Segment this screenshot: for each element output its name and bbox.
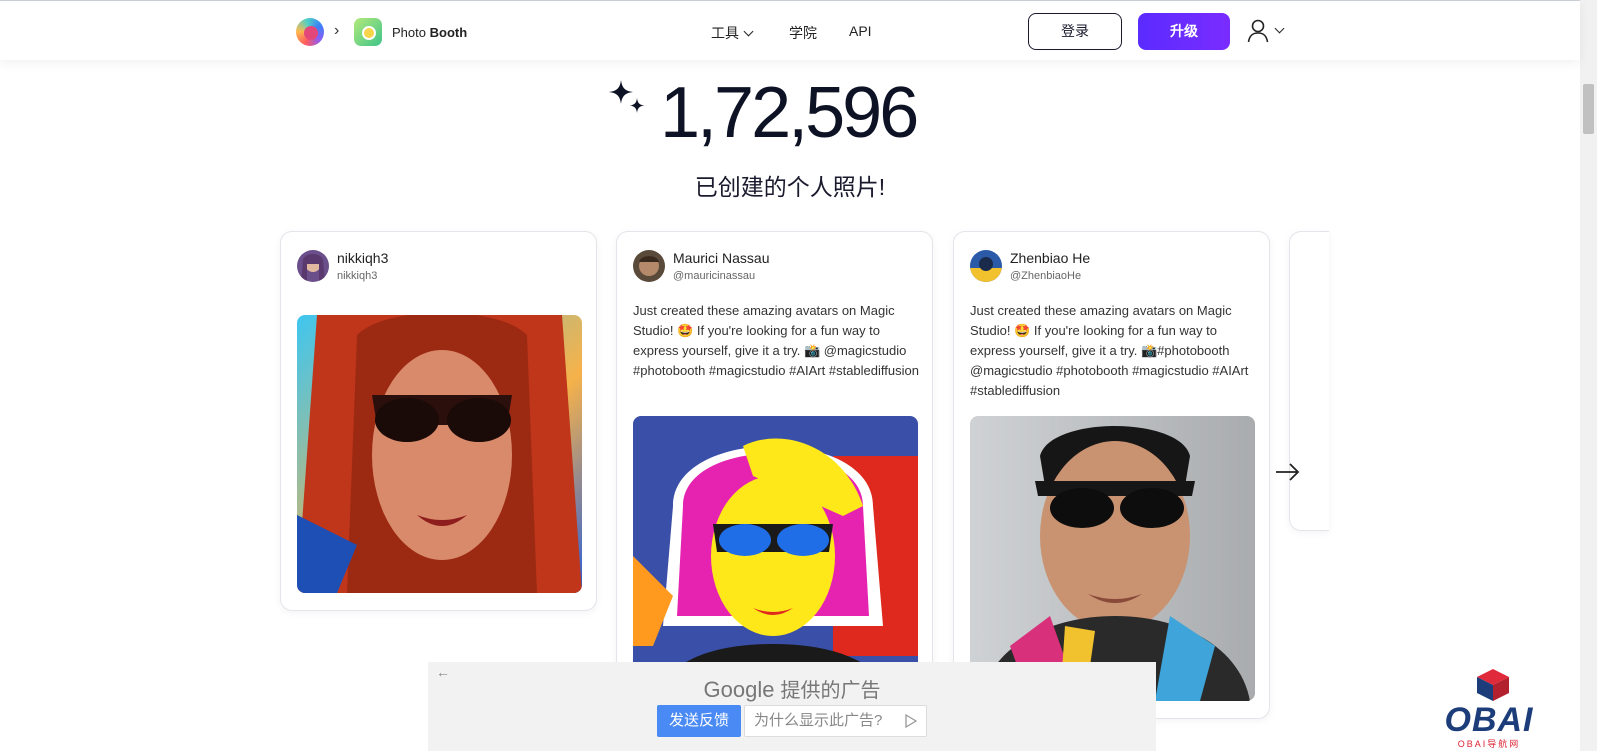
post-text: Just created these amazing avatars on Ma…	[970, 303, 1249, 398]
user-menu-chevron-down-icon[interactable]	[1274, 23, 1285, 34]
generated-avatar-image[interactable]	[970, 416, 1255, 701]
user-handle[interactable]: nikkiqh3	[337, 270, 377, 282]
ad-title: Google 提供的广告	[428, 674, 1156, 703]
photo-booth-app-icon[interactable]	[354, 18, 382, 46]
ad-title-text: 提供的广告	[780, 680, 881, 702]
google-ad-banner: ← Google 提供的广告 发送反馈 为什么显示此广告?	[428, 662, 1156, 751]
nav-academy-link[interactable]: 学院	[789, 23, 817, 43]
user-name[interactable]: Maurici Nassau	[673, 250, 769, 266]
user-handle[interactable]: @mauricinassau	[673, 270, 755, 282]
watermark-subtext: OBAI导航网	[1457, 739, 1521, 749]
page: › Photo Booth 工具 学院 API 登录 升级 1,72,596 已…	[0, 0, 1597, 751]
obai-watermark: OBAI OBAI导航网	[1437, 668, 1541, 749]
top-navigation-bar: › Photo Booth 工具 学院 API 登录 升级	[0, 0, 1580, 60]
nav-api-link[interactable]: API	[849, 23, 872, 39]
user-handle[interactable]: @ZhenbiaoHe	[1010, 270, 1081, 282]
generated-avatar-image[interactable]	[297, 315, 582, 593]
google-wordmark: Google	[703, 677, 775, 702]
login-button[interactable]: 登录	[1028, 13, 1122, 50]
user-name[interactable]: Zhenbiao He	[1010, 250, 1090, 266]
chevron-down-icon	[743, 26, 754, 37]
send-feedback-button[interactable]: 发送反馈	[657, 705, 741, 737]
chevron-right-icon: ›	[334, 22, 340, 39]
scrollbar-thumb[interactable]	[1583, 84, 1594, 134]
magic-studio-logo[interactable]	[296, 18, 324, 46]
testimonial-card: Zhenbiao He @ZhenbiaoHe Just created the…	[953, 231, 1270, 719]
user-name[interactable]: nikkiqh3	[337, 250, 388, 266]
upgrade-button[interactable]: 升级	[1138, 13, 1230, 50]
app-name-prefix: Photo	[392, 25, 426, 40]
testimonial-card	[1289, 231, 1329, 531]
app-name[interactable]: Photo Booth	[392, 25, 467, 40]
testimonial-card: nikkiqh3 nikkiqh3	[280, 231, 597, 611]
avatar	[633, 250, 665, 282]
watermark-text: OBAI	[1444, 701, 1534, 739]
avatar	[970, 250, 1002, 282]
testimonial-card: Maurici Nassau @mauricinassau Just creat…	[616, 231, 933, 731]
nav-tools-label: 工具	[711, 25, 739, 41]
app-name-bold: Booth	[429, 25, 468, 40]
avatar	[297, 250, 329, 282]
play-triangle-icon	[905, 714, 917, 728]
arrow-right-icon[interactable]	[1275, 462, 1301, 482]
page-scrollbar[interactable]	[1580, 0, 1597, 751]
nav-tools-menu[interactable]: 工具	[711, 23, 754, 43]
photos-created-subtitle: 已创建的个人照片!	[694, 174, 886, 200]
sparkle-icon	[609, 80, 645, 113]
why-this-ad-label: 为什么显示此广告?	[754, 712, 883, 729]
post-text: Just created these amazing avatars on Ma…	[633, 303, 919, 378]
why-this-ad-button[interactable]: 为什么显示此广告?	[744, 705, 927, 737]
cube-logo-icon	[1477, 669, 1509, 701]
photos-created-counter: 1,72,596	[660, 73, 919, 153]
user-account-icon[interactable]	[1247, 19, 1269, 43]
